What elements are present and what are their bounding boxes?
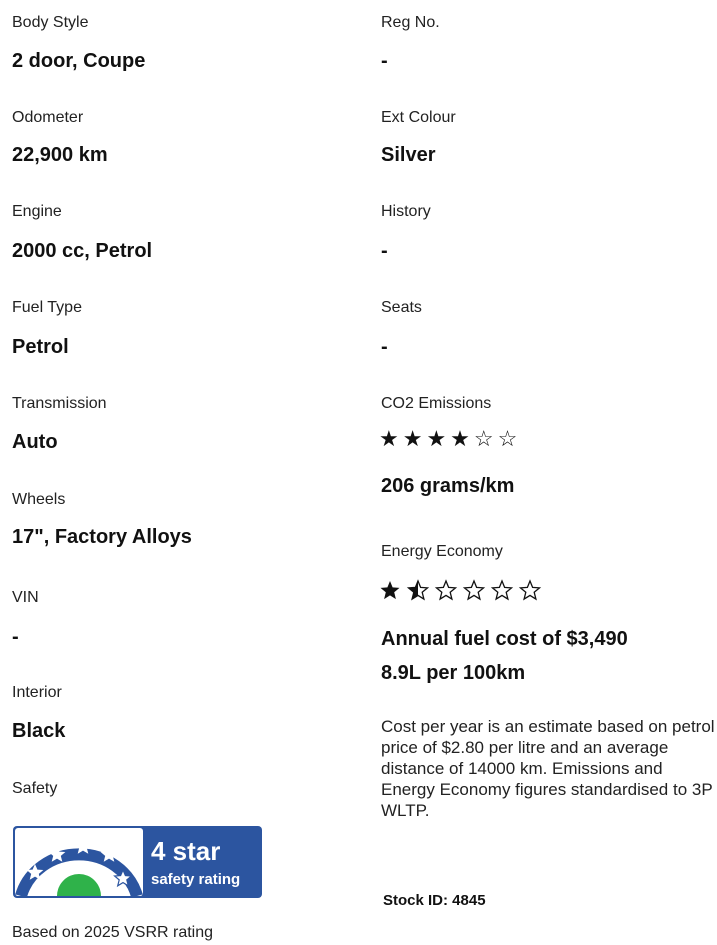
empty-star-icon xyxy=(462,579,486,601)
body-style-value: 2 door, Coupe xyxy=(12,50,146,72)
safety-label: Safety xyxy=(12,780,58,797)
vin-label: VIN xyxy=(12,589,39,606)
seats-value: - xyxy=(381,336,388,358)
cost-disclaimer: Cost per year is an estimate based on pe… xyxy=(381,717,715,820)
wheels-value: 17", Factory Alloys xyxy=(12,526,192,548)
badge-line1: 4 star xyxy=(151,836,220,866)
seats-label: Seats xyxy=(381,299,422,316)
odometer-value: 22,900 km xyxy=(12,144,108,166)
safety-note: Based on 2025 VSRR rating xyxy=(12,924,214,941)
history-value: - xyxy=(381,240,388,262)
fuel-consumption: 8.9L per 100km xyxy=(381,662,526,684)
badge-line2: safety rating xyxy=(151,871,240,888)
filled-star-icon xyxy=(380,581,400,600)
half-star-icon xyxy=(406,579,430,601)
interior-label: Interior xyxy=(12,684,62,701)
history-label: History xyxy=(381,203,431,220)
stock-id: Stock ID: 4845 xyxy=(383,892,486,909)
safety-rating-badge-graphic: 4 star safety rating xyxy=(13,826,262,898)
energy-star-rating xyxy=(379,579,549,608)
safety-rating-badge: 4 star safety rating xyxy=(13,826,262,898)
vin-value: - xyxy=(12,626,19,648)
annual-fuel-cost: Annual fuel cost of $3,490 xyxy=(381,628,628,650)
energy-star-rating-graphic xyxy=(380,579,542,601)
ext-colour-label: Ext Colour xyxy=(381,109,456,126)
empty-star-icon xyxy=(434,579,458,601)
reg-no-label: Reg No. xyxy=(381,14,440,31)
interior-value: Black xyxy=(12,720,66,742)
fuel-type-value: Petrol xyxy=(12,336,69,358)
fuel-type-label: Fuel Type xyxy=(12,299,82,316)
co2-star-rating: ★★★★☆☆ xyxy=(379,426,522,451)
co2-emissions-value: 206 grams/km xyxy=(381,475,515,497)
energy-economy-label: Energy Economy xyxy=(381,543,503,560)
reg-no-value: - xyxy=(381,50,388,72)
transmission-value: Auto xyxy=(12,431,58,453)
co2-emissions-label: CO2 Emissions xyxy=(381,395,492,412)
engine-label: Engine xyxy=(12,203,62,220)
ext-colour-value: Silver xyxy=(381,144,436,166)
empty-star-icon xyxy=(518,579,542,601)
engine-value: 2000 cc, Petrol xyxy=(12,240,153,262)
body-style-label: Body Style xyxy=(12,14,89,31)
wheels-label: Wheels xyxy=(12,491,66,508)
empty-star-icon xyxy=(490,579,514,601)
odometer-label: Odometer xyxy=(12,109,84,126)
transmission-label: Transmission xyxy=(12,395,107,412)
